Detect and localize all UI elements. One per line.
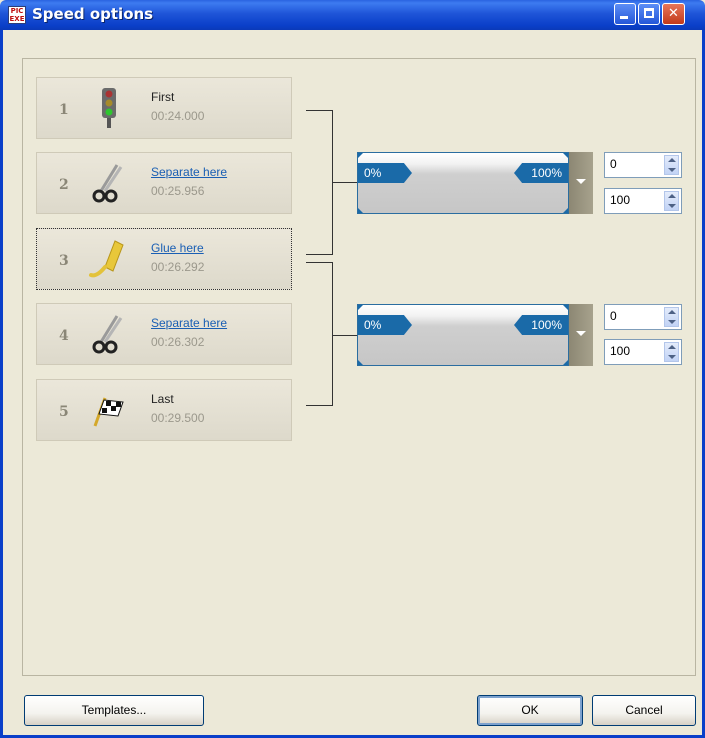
templates-button[interactable]: Templates... — [24, 695, 204, 726]
separate-here-link[interactable]: Separate here — [151, 316, 227, 330]
slide-number: 4 — [59, 328, 69, 344]
slide-item-2[interactable]: 2 Separate here 00:25.956 — [36, 152, 292, 214]
speed-dropdown-button[interactable] — [569, 152, 593, 214]
minimize-button[interactable] — [614, 3, 636, 25]
speed-end-label: 100% — [514, 163, 568, 183]
chevron-down-icon — [576, 179, 586, 184]
end-speed-spinner[interactable]: 100 — [604, 188, 682, 214]
corner-marker — [563, 305, 568, 310]
scissors-icon — [92, 164, 123, 203]
start-speed-spinner[interactable]: 0 — [604, 304, 682, 330]
spinner-value[interactable]: 100 — [610, 193, 630, 207]
corner-marker — [563, 360, 568, 365]
title-bar[interactable]: PIC EXE Speed options ✕ — [0, 0, 705, 30]
spin-up-icon[interactable] — [668, 158, 676, 162]
corner-marker — [358, 153, 363, 158]
maximize-icon — [644, 8, 654, 18]
speed-start-label: 0% — [358, 163, 412, 183]
slide-item-4[interactable]: 4 Separate here 00:26.302 — [36, 303, 292, 365]
slide-number: 2 — [59, 177, 69, 193]
slide-time: 00:25.956 — [151, 184, 205, 198]
slide-number: 1 — [59, 102, 69, 118]
spin-down-icon[interactable] — [668, 168, 676, 172]
spin-up-icon[interactable] — [668, 345, 676, 349]
close-button[interactable]: ✕ — [662, 3, 685, 25]
connector-line — [306, 262, 333, 263]
spin-up-icon[interactable] — [668, 310, 676, 314]
spinner-value[interactable]: 0 — [610, 309, 617, 323]
start-speed-spinner[interactable]: 0 — [604, 152, 682, 178]
slide-item-3[interactable]: 3 Glue here 00:26.292 — [36, 228, 292, 290]
connector-line — [332, 182, 357, 183]
spin-down-icon[interactable] — [668, 204, 676, 208]
glue-tube-icon — [89, 240, 124, 278]
ok-button[interactable]: OK — [477, 695, 583, 726]
spinner-value[interactable]: 0 — [610, 157, 617, 171]
slide-number: 5 — [59, 404, 69, 420]
corner-marker — [563, 208, 568, 213]
app-icon-text: PIC EXE — [9, 7, 25, 23]
slide-time: 00:26.292 — [151, 260, 205, 274]
app-icon: PIC EXE — [8, 6, 26, 24]
glue-here-link[interactable]: Glue here — [151, 241, 204, 255]
end-speed-spinner[interactable]: 100 — [604, 339, 682, 365]
traffic-light-icon — [102, 88, 116, 128]
content-panel — [22, 58, 696, 676]
speed-bar-2[interactable]: 0% 100% — [357, 304, 569, 366]
connector-line — [306, 254, 333, 255]
cancel-button[interactable]: Cancel — [592, 695, 696, 726]
maximize-button[interactable] — [638, 3, 660, 25]
spin-up-icon[interactable] — [668, 194, 676, 198]
connector-line — [306, 110, 333, 111]
speed-bar-1[interactable]: 0% 100% — [357, 152, 569, 214]
slide-number: 3 — [59, 253, 69, 269]
corner-marker — [563, 153, 568, 158]
speed-dropdown-button[interactable] — [569, 304, 593, 366]
slide-time: 00:29.500 — [151, 411, 205, 425]
checkered-flag-icon — [93, 397, 124, 427]
connector-line — [332, 262, 333, 406]
slide-time: 00:26.302 — [151, 335, 205, 349]
minimize-icon — [620, 16, 628, 19]
slide-item-1[interactable]: 1 First 00:24.000 — [36, 77, 292, 139]
speed-end-label: 100% — [514, 315, 568, 335]
window-title: Speed options — [32, 5, 154, 23]
spinner-buttons[interactable] — [664, 155, 679, 175]
spinner-buttons[interactable] — [664, 307, 679, 327]
slide-name: First — [151, 90, 175, 104]
spinner-buttons[interactable] — [664, 191, 679, 211]
corner-marker — [358, 208, 363, 213]
chevron-down-icon — [576, 331, 586, 336]
scissors-icon — [92, 315, 123, 354]
close-icon: ✕ — [668, 6, 679, 21]
separate-here-link[interactable]: Separate here — [151, 165, 227, 179]
slide-name: Last — [151, 392, 174, 406]
speed-start-label: 0% — [358, 315, 412, 335]
slide-time: 00:24.000 — [151, 109, 205, 123]
corner-marker — [358, 305, 363, 310]
connector-line — [306, 405, 333, 406]
corner-marker — [358, 360, 363, 365]
spin-down-icon[interactable] — [668, 355, 676, 359]
slide-item-5[interactable]: 5 Last 00:29.500 — [36, 379, 292, 441]
spinner-value[interactable]: 100 — [610, 344, 630, 358]
connector-line — [332, 335, 357, 336]
spinner-buttons[interactable] — [664, 342, 679, 362]
spin-down-icon[interactable] — [668, 320, 676, 324]
